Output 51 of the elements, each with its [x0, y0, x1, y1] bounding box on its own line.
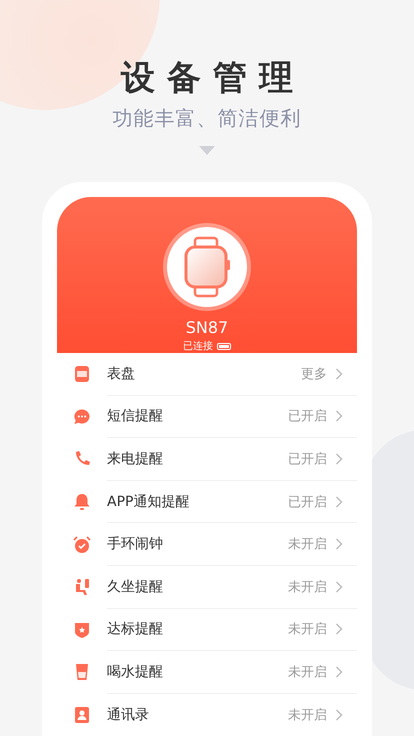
chevron-right-icon — [335, 368, 343, 380]
menu-label: 通讯录 — [107, 706, 150, 724]
menu-status: 未开启 — [288, 664, 327, 681]
chevron-right-icon — [335, 666, 343, 678]
menu-item[interactable]: 短信提醒 已开启 — [57, 396, 357, 438]
menu-status: 未开启 — [288, 621, 327, 638]
battery-icon — [217, 342, 231, 350]
subtitle: 功能丰富、简洁便利 — [112, 105, 302, 132]
message-icon — [73, 408, 91, 426]
menu-item[interactable]: APP通知提醒 已开启 — [57, 480, 357, 524]
menu-status: 未开启 — [288, 707, 327, 724]
chevron-right-icon — [335, 538, 343, 550]
chevron-right-icon — [335, 410, 343, 422]
menu-item[interactable]: 喝水提醒 未开启 — [57, 651, 357, 694]
menu-label: 喝水提醒 — [107, 662, 164, 681]
menu-status: 已开启 — [288, 494, 327, 511]
menu-item[interactable]: 表盘 更多 — [57, 353, 357, 396]
menu-label: 来电提醒 — [107, 450, 164, 468]
chevron-right-icon — [335, 580, 343, 593]
menu-label: 手环闹钟 — [107, 535, 164, 554]
menu-status: 更多 — [301, 366, 327, 383]
menu-label: 达标提醒 — [107, 620, 164, 638]
menu-status: 未开启 — [288, 578, 327, 596]
device-name: SN87 — [186, 318, 228, 337]
menu-item[interactable]: 达标提醒 未开启 — [57, 608, 357, 652]
badge-icon — [73, 620, 91, 639]
menu-item[interactable]: 通讯录 未开启 — [57, 694, 357, 736]
menu-label: APP通知提醒 — [107, 492, 190, 511]
contact-icon — [73, 706, 91, 724]
menu-label: 久坐提醒 — [107, 578, 164, 596]
menu-status: 已开启 — [288, 408, 327, 426]
alarm-clock-icon — [73, 536, 91, 554]
smartwatch-icon — [182, 236, 232, 298]
bell-icon — [73, 493, 91, 512]
watch-face-icon — [73, 365, 91, 384]
chevron-right-icon — [335, 623, 343, 636]
menu-item[interactable]: 久坐提醒 未开启 — [57, 566, 357, 609]
menu-status: 未开启 — [288, 536, 327, 554]
menu-item[interactable]: 手环闹钟 未开启 — [57, 523, 357, 566]
chevron-right-icon — [335, 452, 343, 465]
headline: 设备管理 — [121, 57, 305, 100]
menu-label: 表盘 — [107, 364, 136, 383]
menu-label: 短信提醒 — [107, 407, 164, 426]
chevron-right-icon — [335, 709, 343, 722]
connection-status: 已连接 — [183, 340, 213, 353]
seated-person-icon — [73, 578, 91, 596]
menu-status: 已开启 — [288, 450, 327, 468]
chevron-right-icon — [335, 496, 343, 508]
down-caret-icon — [199, 146, 215, 155]
menu-item[interactable]: 来电提醒 已开启 — [57, 438, 357, 481]
cup-icon — [73, 663, 91, 682]
